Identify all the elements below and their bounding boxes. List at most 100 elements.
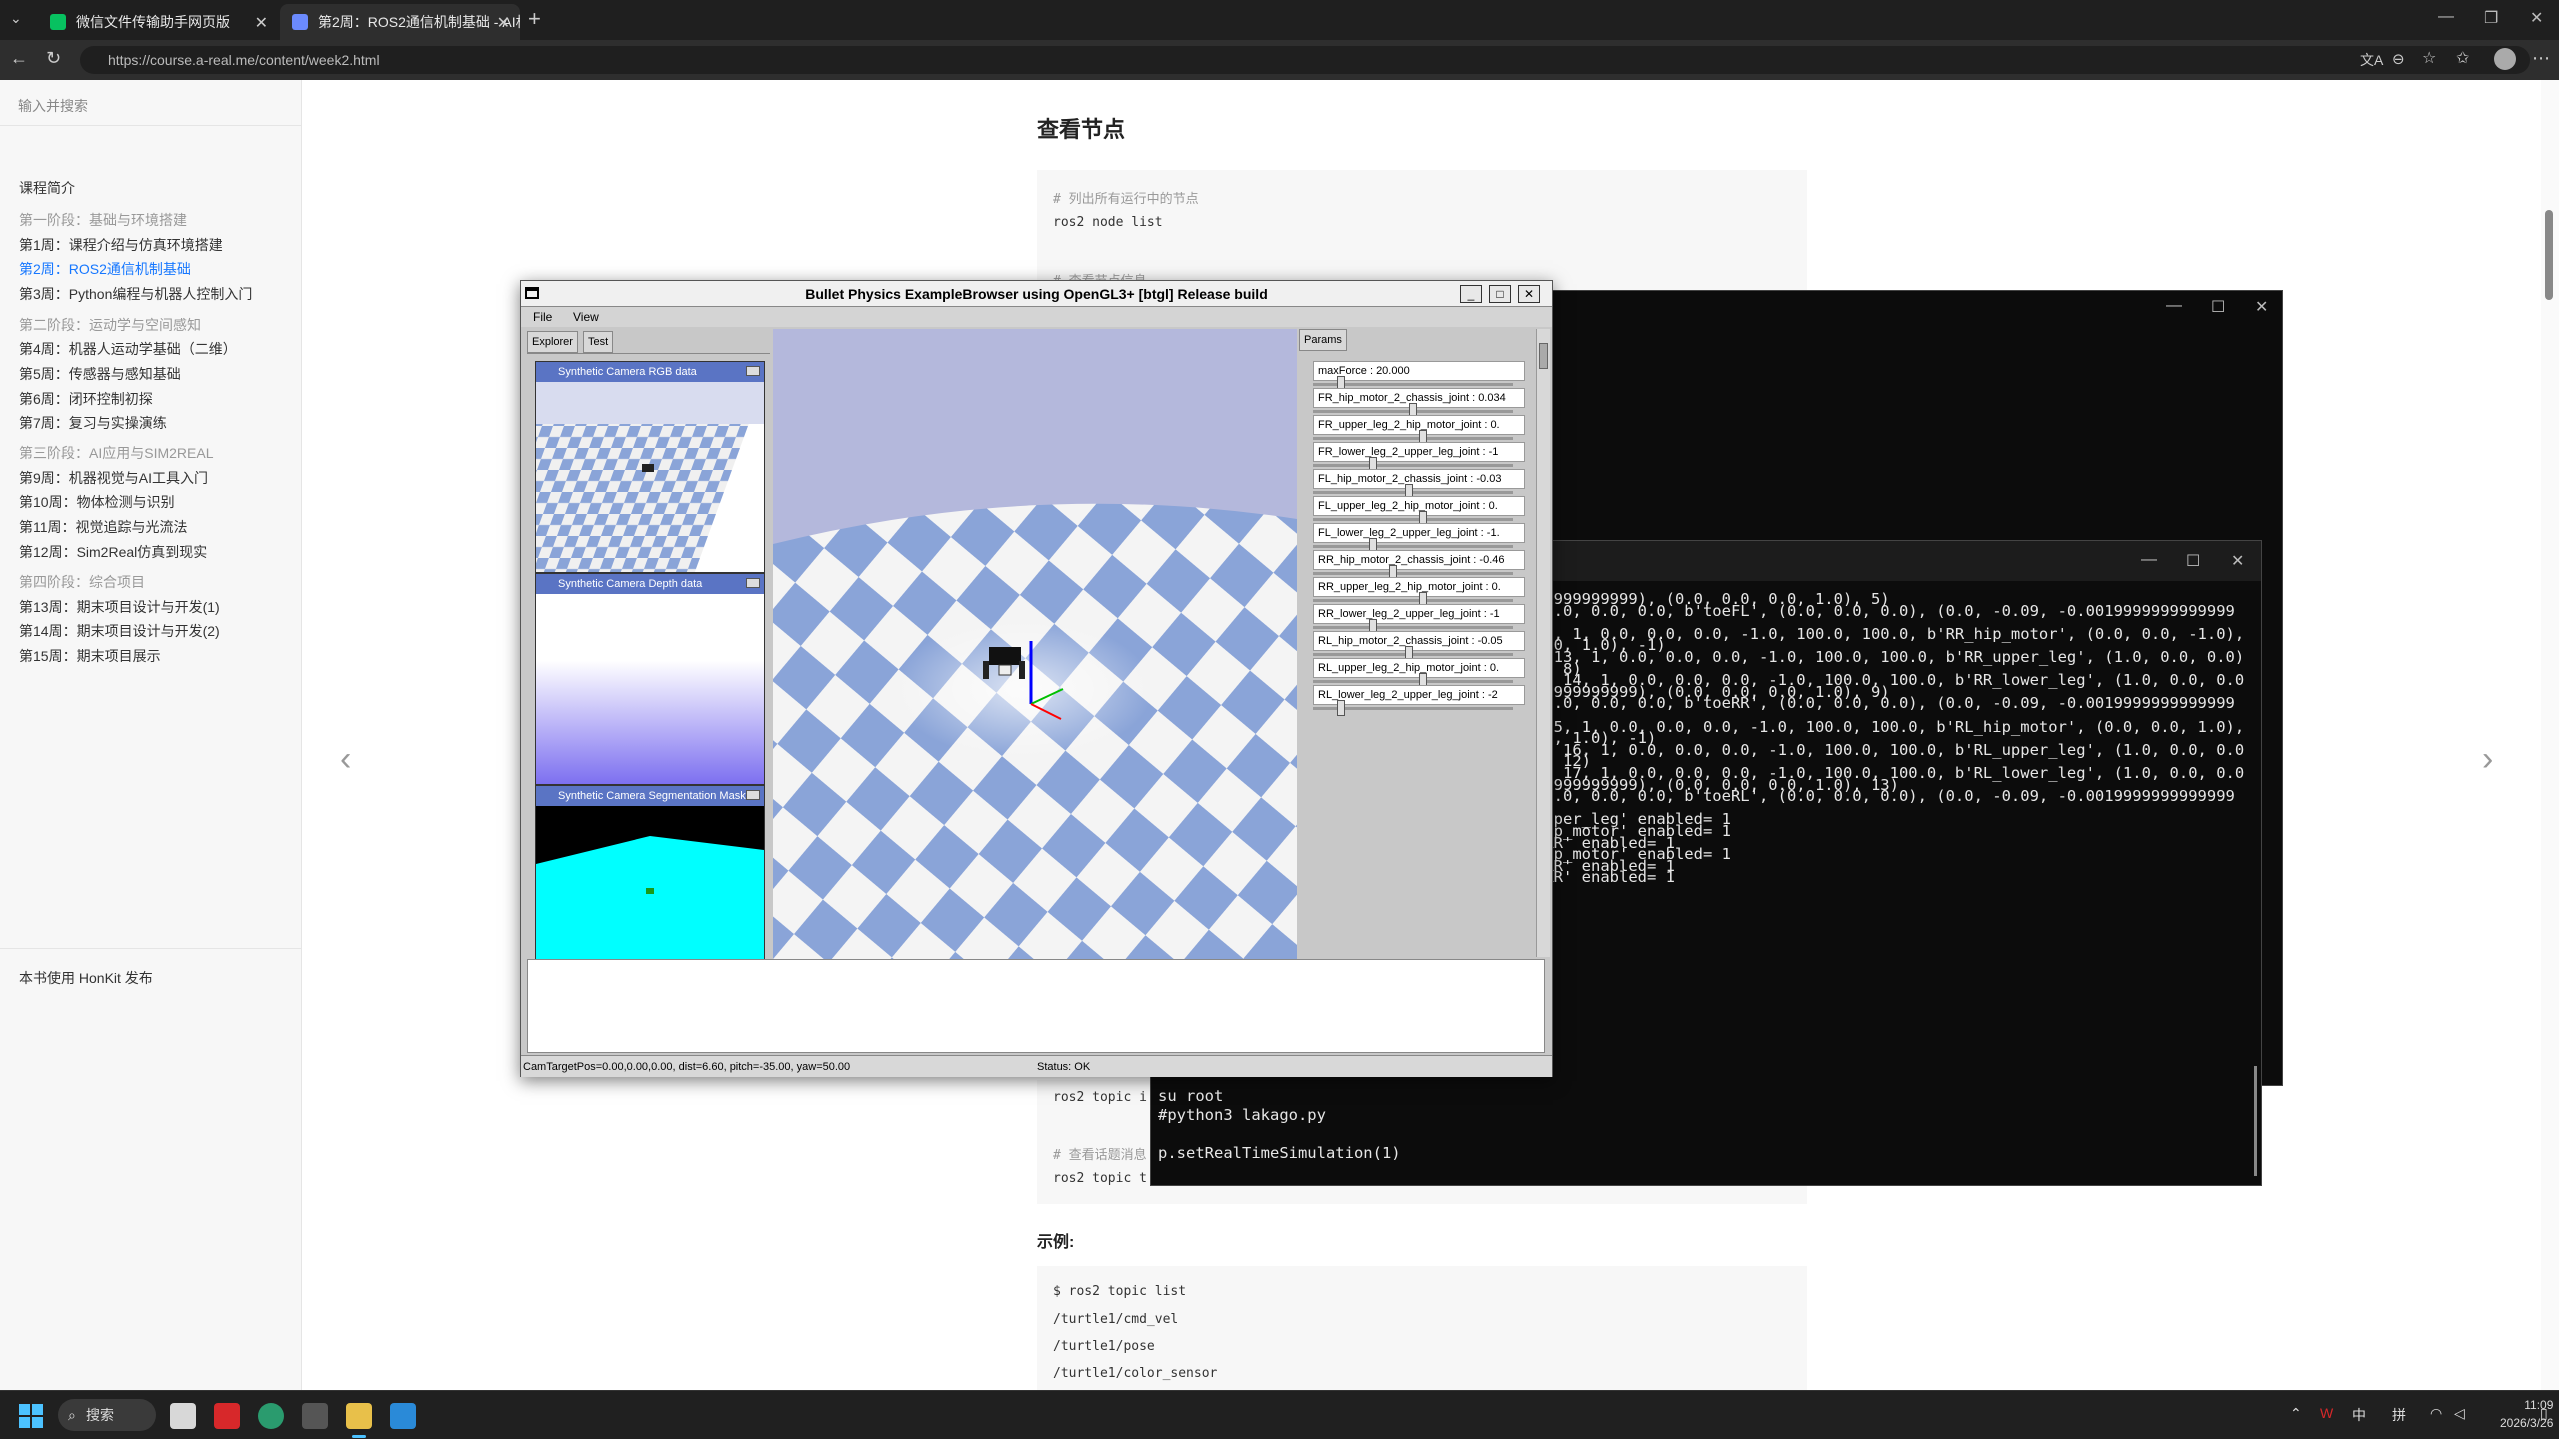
maximize-icon[interactable]: ❐ (2484, 8, 2498, 28)
sidebar-item[interactable]: 第7周：复习与实操演练 (19, 413, 167, 433)
url-input[interactable]: https://course.a-real.me/content/week2.h… (80, 46, 2530, 74)
file-explorer-icon[interactable] (170, 1403, 196, 1429)
tab-params[interactable]: Params (1299, 329, 1347, 351)
sidebar-item[interactable]: 第9周：机器视觉与AI工具入门 (19, 468, 208, 488)
menu-view[interactable]: View (573, 310, 599, 324)
sidebar-item[interactable]: 第4周：机器人运动学基础（二维） (19, 339, 237, 359)
param-field[interactable]: FR_lower_leg_2_upper_leg_joint : -1 (1313, 442, 1525, 462)
honkit-footer[interactable]: 本书使用 HonKit 发布 (19, 968, 153, 988)
param-field[interactable]: FR_hip_motor_2_chassis_joint : 0.034 (1313, 388, 1525, 408)
param-field[interactable]: RR_hip_motor_2_chassis_joint : -0.46 (1313, 550, 1525, 570)
close-icon[interactable]: ✕ (2231, 551, 2244, 571)
sidebar-item[interactable]: 第6周：闭环控制初探 (19, 389, 153, 409)
terminal-icon[interactable] (302, 1403, 328, 1429)
param-field[interactable]: FL_hip_motor_2_chassis_joint : -0.03 (1313, 469, 1525, 489)
minimize-icon[interactable]: _ (1460, 285, 1482, 303)
param-slider-track[interactable] (1313, 653, 1513, 656)
translate-icon[interactable]: 文A (2360, 50, 2383, 70)
param-slider-knob[interactable] (1337, 700, 1345, 716)
sidebar-item[interactable]: 第5周：传感器与感知基础 (19, 364, 181, 384)
param-slider-track[interactable] (1313, 491, 1513, 494)
linux-penguin-icon[interactable] (346, 1403, 372, 1429)
divider (527, 353, 770, 354)
tray-overflow-icon[interactable]: ⌃ (2290, 1405, 2302, 1422)
close-icon[interactable]: ✕ (497, 13, 510, 33)
next-page-icon[interactable]: › (2482, 740, 2493, 779)
wps-tray-icon[interactable]: W (2320, 1405, 2333, 1421)
minimize-icon[interactable]: — (2141, 551, 2157, 569)
status-ok: Status: OK (1037, 1061, 1091, 1073)
tab-wechat[interactable]: 微信文件传输助手网页版 ✕ (38, 4, 278, 40)
volume-icon[interactable]: ◁ (2454, 1405, 2465, 1422)
tab-course[interactable]: 第2周：ROS2通信机制基础 - AI机器人 ✕ (280, 4, 520, 40)
param-slider-track[interactable] (1313, 518, 1513, 521)
sidebar-item[interactable]: 第10周：物体检测与识别 (19, 492, 175, 512)
3d-viewport[interactable] (773, 329, 1297, 959)
camera-depth-window[interactable]: Synthetic Camera Depth data (535, 573, 765, 785)
minimize-icon[interactable] (746, 578, 760, 588)
edge-browser-icon[interactable] (258, 1403, 284, 1429)
favorite-icon[interactable]: ☆ (2422, 48, 2436, 68)
maximize-icon[interactable]: ☐ (2211, 297, 2225, 317)
tab-explorer[interactable]: Explorer (527, 331, 578, 353)
more-icon[interactable]: ⋯ (2532, 48, 2550, 69)
new-tab-button[interactable]: + (528, 6, 541, 32)
page-scrollbar[interactable] (2541, 80, 2559, 1390)
param-slider-track[interactable] (1313, 437, 1513, 440)
terminal-scrollbar[interactable] (2254, 1066, 2257, 1176)
sidebar-item[interactable]: 第1周：课程介绍与仿真环境搭建 (19, 235, 223, 255)
sidebar-item[interactable]: 第2周：ROS2通信机制基础 (19, 259, 191, 279)
search-input[interactable]: 输入并搜索 (18, 96, 88, 116)
vscode-icon[interactable] (390, 1403, 416, 1429)
minimize-icon[interactable] (746, 366, 760, 376)
notification-icon[interactable]: ▯ (2540, 1405, 2548, 1422)
param-field[interactable]: RL_hip_motor_2_chassis_joint : -0.05 (1313, 631, 1525, 651)
minimize-icon[interactable]: — (2166, 297, 2182, 315)
params-scrollbar[interactable] (1536, 329, 1550, 957)
close-icon[interactable]: ✕ (255, 13, 268, 33)
wifi-icon[interactable]: ◠ (2430, 1405, 2442, 1422)
scroll-thumb[interactable] (1539, 343, 1548, 369)
param-field[interactable]: FL_lower_leg_2_upper_leg_joint : -1. (1313, 523, 1525, 543)
param-slider-track[interactable] (1313, 464, 1513, 467)
minimize-icon[interactable] (746, 790, 760, 800)
favorites-icon[interactable]: ✩ (2456, 48, 2469, 68)
tab-test[interactable]: Test (583, 331, 614, 353)
reload-icon[interactable]: ↻ (46, 48, 61, 69)
windows-start-icon[interactable] (18, 1403, 44, 1429)
back-icon[interactable]: ← (10, 48, 28, 69)
ime-mode[interactable]: 中 (2352, 1405, 2366, 1425)
profile-avatar[interactable] (2494, 48, 2516, 70)
tab-actions-icon[interactable]: ⌄ (10, 10, 30, 30)
param-slider-track[interactable] (1313, 680, 1513, 683)
reader-icon[interactable]: ⊖ (2392, 50, 2405, 68)
bullet-titlebar[interactable]: Bullet Physics ExampleBrowser using Open… (521, 281, 1552, 307)
close-icon[interactable]: ✕ (2255, 297, 2268, 317)
prev-page-icon[interactable]: ‹ (340, 740, 351, 779)
camera-rgb-window[interactable]: Synthetic Camera RGB data (466, 361, 765, 573)
close-window-icon[interactable]: ✕ (2530, 8, 2543, 28)
sidebar-item[interactable]: 第15周：期末项目展示 (19, 646, 161, 666)
minimize-icon[interactable]: — (2438, 8, 2454, 26)
sidebar-item[interactable]: 课程简介 (19, 178, 75, 198)
terminal-line: eRR' enabled= 1 (1535, 868, 1675, 887)
ime-pinyin[interactable]: 拼 (2392, 1405, 2406, 1425)
maximize-icon[interactable]: ☐ (2186, 551, 2200, 571)
taskbar-search[interactable]: ⌕ 搜索 (58, 1399, 156, 1431)
sidebar-item[interactable]: 第14周：期末项目设计与开发(2) (19, 621, 220, 641)
maximize-icon[interactable]: □ (1489, 285, 1511, 303)
param-slider-track[interactable] (1313, 626, 1513, 629)
sidebar-item[interactable]: 第13周：期末项目设计与开发(1) (19, 597, 220, 617)
scroll-thumb[interactable] (2545, 210, 2553, 300)
bullet-physics-window[interactable]: Bullet Physics ExampleBrowser using Open… (466, 280, 1553, 1077)
param-slider-track[interactable] (1313, 545, 1513, 548)
param-slider-track[interactable] (1313, 572, 1513, 575)
sidebar-item[interactable]: 第12周：Sim2Real仿真到现实 (19, 542, 207, 562)
param-field[interactable]: RR_lower_leg_2_upper_leg_joint : -1 (1313, 604, 1525, 624)
sidebar-item[interactable]: 第11周：视觉追踪与光流法 (19, 517, 188, 537)
param-slider-track[interactable] (1313, 599, 1513, 602)
wps-icon[interactable] (214, 1403, 240, 1429)
close-icon[interactable]: ✕ (1518, 285, 1540, 303)
menu-file[interactable]: File (533, 310, 552, 324)
sidebar-item[interactable]: 第3周：Python编程与机器人控制入门 (19, 284, 252, 304)
